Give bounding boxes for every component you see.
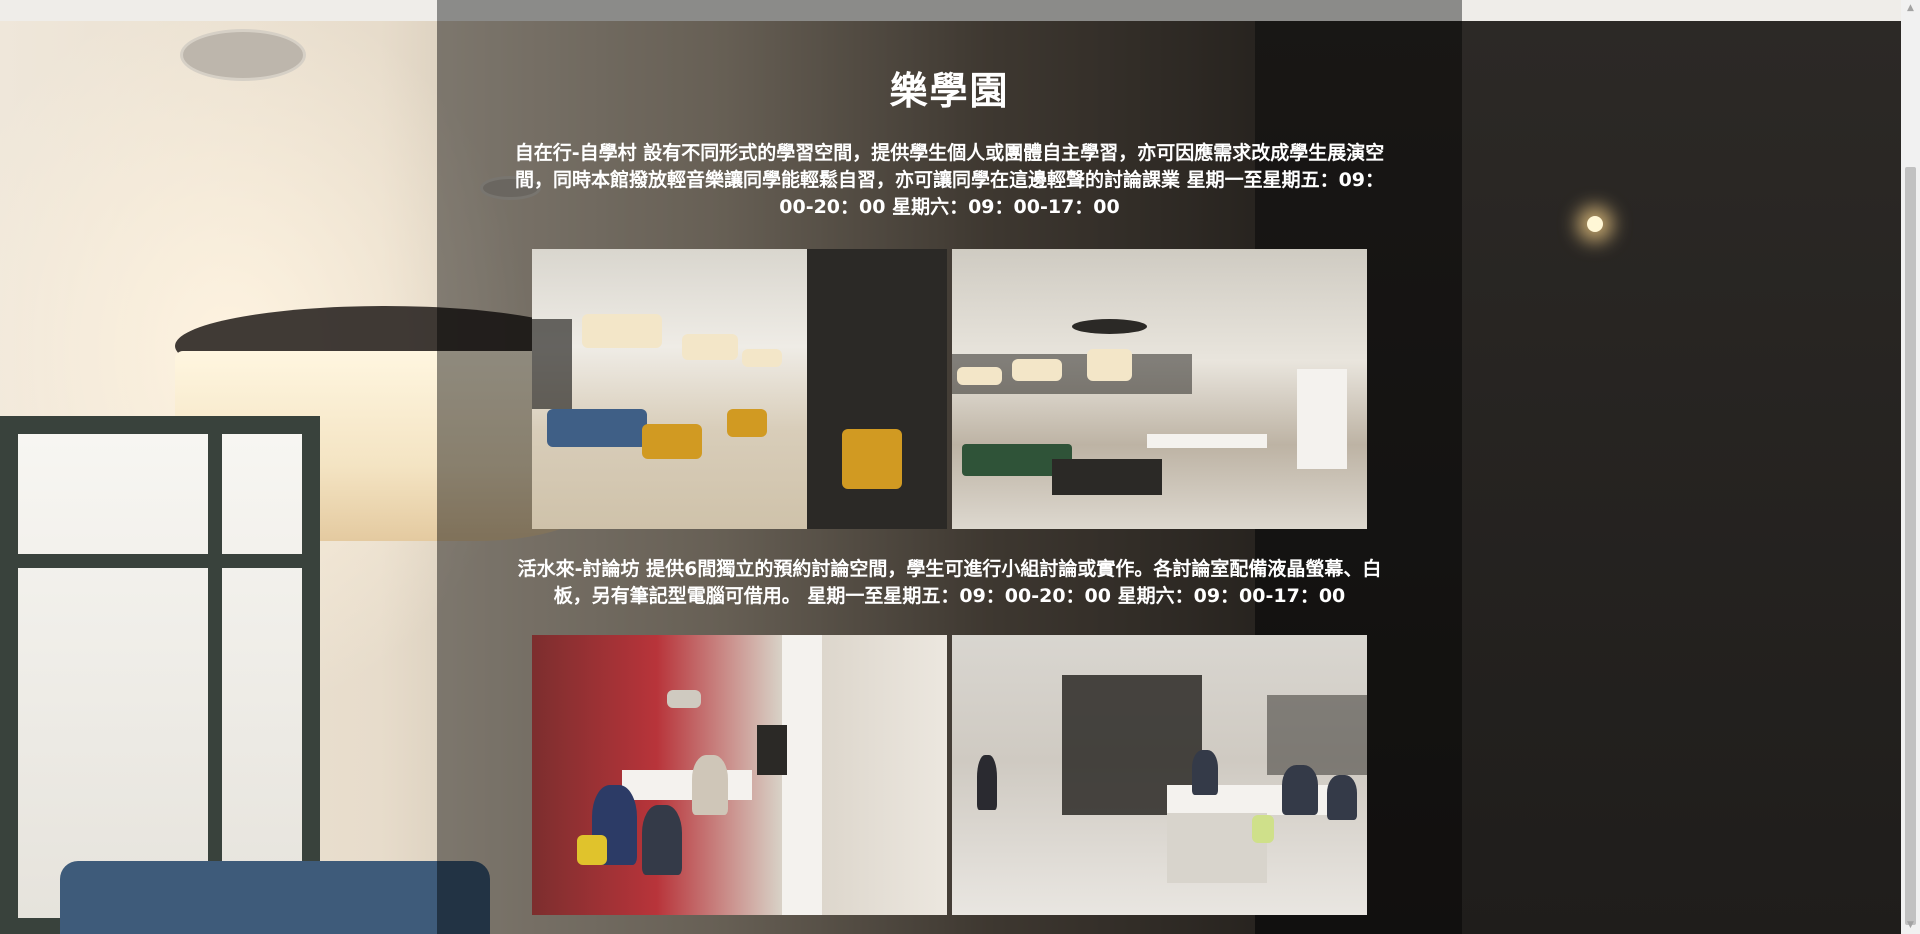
- scroll-down-arrow-icon[interactable]: ▼: [1901, 917, 1920, 934]
- discussion-room-group-photo: [532, 635, 947, 915]
- vertical-scrollbar[interactable]: ▲ ▼: [1901, 0, 1920, 934]
- open-study-hall-photo: [952, 249, 1367, 529]
- overlay-top-strip: [437, 0, 1462, 21]
- study-village-description: 自在行-自學村 設有不同形式的學習空間，提供學生個人或團體自主學習，亦可因應需求…: [514, 142, 1385, 218]
- discussion-room-glass-photo: [952, 635, 1367, 915]
- study-lounge-photo: [532, 249, 947, 529]
- ceiling-speaker-icon: [180, 29, 306, 81]
- discussion-room-description: 活水來-討論坊 提供6間獨立的預約討論空間，學生可進行小組討論或實作。各討論室配…: [517, 558, 1382, 607]
- scroll-up-arrow-icon[interactable]: ▲: [1901, 0, 1920, 17]
- spotlight-icon: [1587, 216, 1603, 232]
- section-title: 樂學園: [889, 69, 1010, 113]
- window: [0, 416, 320, 934]
- blue-sofa: [60, 861, 490, 934]
- scrollbar-thumb[interactable]: [1905, 167, 1916, 925]
